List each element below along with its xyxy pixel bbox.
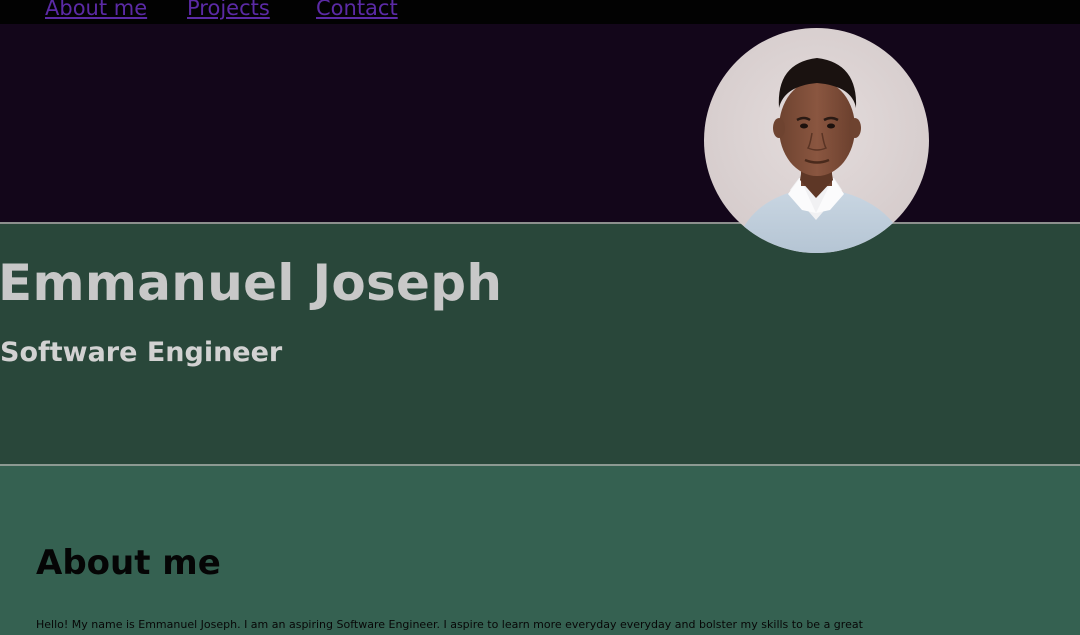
about-text: Hello! My name is Emmanuel Joseph. I am … xyxy=(36,618,863,631)
top-nav: About me Projects Contact xyxy=(0,0,1080,24)
hero-role: Software Engineer xyxy=(0,337,283,368)
hero-name: Emmanuel Joseph xyxy=(0,254,503,312)
profile-photo xyxy=(704,28,929,253)
about-title: About me xyxy=(36,543,221,583)
nav-link-about[interactable]: About me xyxy=(45,0,147,22)
nav-link-projects[interactable]: Projects xyxy=(187,0,270,22)
nav-link-contact[interactable]: Contact xyxy=(316,0,398,22)
